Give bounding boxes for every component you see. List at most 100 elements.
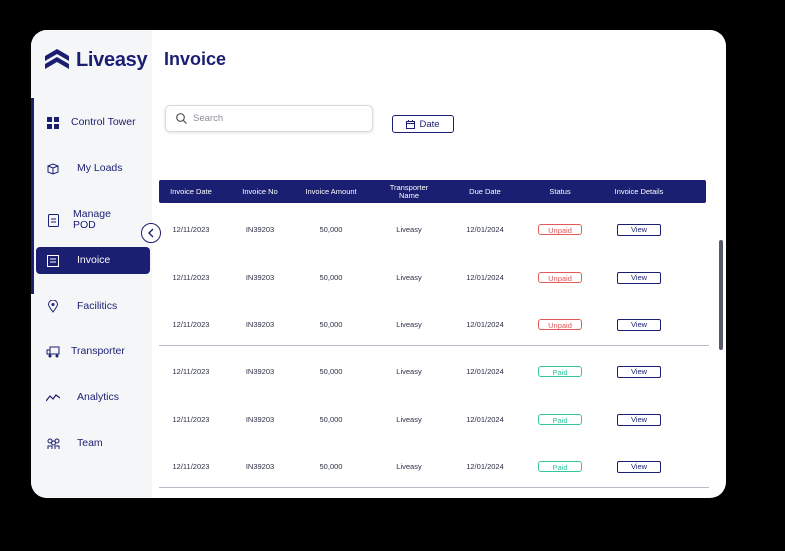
calendar-icon: [406, 119, 416, 129]
date-value: 12/11/2023: [172, 225, 210, 234]
cell-due: 12/01/2024: [456, 206, 514, 253]
view-button[interactable]: View: [617, 413, 661, 426]
status-badge: Paid: [538, 414, 582, 425]
cell-due: 12/01/2024: [456, 254, 514, 301]
table-row: 12/11/2023 IN39203 50,000 Liveasy 12/01/2024…: [159, 254, 706, 301]
cell-transporter: Liveasy: [379, 443, 439, 490]
sidebar-item-manage-pod[interactable]: Manage POD: [36, 205, 150, 235]
box-icon: [46, 162, 60, 176]
app-window: Liveasy Control Tower My Loads Manage PO…: [31, 30, 726, 498]
cell-no: IN39203: [231, 443, 289, 490]
view-button[interactable]: View: [617, 460, 661, 473]
due-value: 12/01/2024: [466, 320, 504, 329]
column-header-invoice-no[interactable]: Invoice No: [231, 180, 289, 203]
cell-status: Unpaid: [531, 301, 589, 348]
cell-transporter: Liveasy: [379, 254, 439, 301]
column-header-transporter-name[interactable]: Transporter Name: [379, 180, 439, 203]
date-value: 12/11/2023: [172, 415, 210, 424]
cell-date: 12/11/2023: [159, 254, 223, 301]
cell-amount: 50,000: [299, 254, 363, 301]
status-badge: Unpaid: [538, 272, 582, 283]
amount-value: 50,000: [319, 273, 343, 282]
location-pin-icon: [46, 300, 60, 314]
dashboard-icon: [46, 116, 60, 130]
transporter-value: Liveasy: [396, 273, 422, 282]
cell-status: Paid: [531, 396, 589, 443]
column-header-invoice-details[interactable]: Invoice Details: [607, 180, 671, 203]
collapse-sidebar-button[interactable]: [141, 223, 161, 243]
amount-value: 50,000: [319, 462, 343, 471]
sidebar-item-analytics[interactable]: Analytics: [36, 384, 150, 411]
cell-action: View: [607, 348, 671, 395]
table-row: 12/11/2023 IN39203 50,000 Liveasy 12/01/2024…: [159, 301, 706, 348]
search-bar[interactable]: [165, 105, 373, 132]
cell-amount: 50,000: [299, 348, 363, 395]
sidebar-item-label: My Loads: [77, 162, 123, 174]
cell-transporter: Liveasy: [379, 206, 439, 253]
sidebar-item-label: Team: [77, 437, 103, 449]
table-row: 12/11/2023 IN39203 50,000 Liveasy 12/01/2024…: [159, 396, 706, 443]
cell-status: Unpaid: [531, 254, 589, 301]
cell-due: 12/01/2024: [456, 348, 514, 395]
column-header-invoice-amount[interactable]: Invoice Amount: [299, 180, 363, 203]
sidebar-indicator: [31, 98, 34, 294]
cell-date: 12/11/2023: [159, 348, 223, 395]
cell-date: 12/11/2023: [159, 396, 223, 443]
team-icon: [46, 437, 60, 451]
cell-no: IN39203: [231, 396, 289, 443]
due-value: 12/01/2024: [466, 415, 504, 424]
cell-action: View: [607, 206, 671, 253]
cell-amount: 50,000: [299, 443, 363, 490]
cell-no: IN39203: [231, 301, 289, 348]
cell-date: 12/11/2023: [159, 443, 223, 490]
truck-icon: [46, 345, 60, 359]
date-filter-button[interactable]: Date: [392, 115, 454, 133]
column-header-status[interactable]: Status: [531, 180, 589, 203]
cell-status: Unpaid: [531, 206, 589, 253]
date-value: 12/11/2023: [172, 462, 210, 471]
logo-icon: [45, 49, 69, 69]
due-value: 12/01/2024: [466, 367, 504, 376]
view-button[interactable]: View: [617, 365, 661, 378]
sidebar-item-team[interactable]: Team: [36, 430, 150, 457]
sidebar-item-my-loads[interactable]: My Loads: [36, 155, 150, 182]
cell-action: View: [607, 443, 671, 490]
amount-value: 50,000: [319, 367, 343, 376]
invoice-icon: [46, 254, 60, 268]
cell-action: View: [607, 301, 671, 348]
logo[interactable]: Liveasy: [44, 48, 148, 72]
view-button[interactable]: View: [617, 318, 661, 331]
status-badge: Unpaid: [538, 224, 582, 235]
cell-date: 12/11/2023: [159, 301, 223, 348]
cell-due: 12/01/2024: [456, 443, 514, 490]
table-header: Invoice Date Invoice No Invoice Amount T…: [159, 180, 706, 203]
chart-line-icon: [46, 391, 60, 405]
no-value: IN39203: [245, 462, 275, 471]
transporter-value: Liveasy: [396, 367, 422, 376]
page-title: Invoice: [164, 49, 227, 69]
column-header-due-date[interactable]: Due Date: [456, 180, 514, 203]
cell-date: 12/11/2023: [159, 206, 223, 253]
sidebar-item-transporter[interactable]: Transporter: [36, 338, 150, 365]
sidebar-item-control-tower[interactable]: Control Tower: [36, 109, 150, 136]
sidebar: Liveasy Control Tower My Loads Manage PO…: [31, 30, 152, 498]
sidebar-item-facilitics[interactable]: Facilitics: [36, 293, 150, 320]
cell-transporter: Liveasy: [379, 396, 439, 443]
scrollbar-thumb[interactable]: [719, 240, 723, 350]
amount-value: 50,000: [319, 415, 343, 424]
sidebar-item-label: Invoice: [77, 254, 111, 266]
cell-due: 12/01/2024: [456, 301, 514, 348]
sidebar-item-label: Analytics: [77, 391, 120, 403]
sidebar-item-label: Manage POD: [73, 208, 111, 231]
row-group-divider: [159, 345, 709, 346]
transporter-value: Liveasy: [396, 415, 422, 424]
date-filter-label: Date: [419, 118, 440, 130]
search-input[interactable]: [191, 112, 355, 125]
sidebar-item-invoice[interactable]: Invoice: [36, 247, 150, 274]
view-button[interactable]: View: [617, 223, 661, 236]
document-icon: [46, 213, 60, 227]
cell-no: IN39203: [231, 254, 289, 301]
cell-transporter: Liveasy: [379, 348, 439, 395]
column-header-invoice-date[interactable]: Invoice Date: [159, 180, 223, 203]
view-button[interactable]: View: [617, 271, 661, 284]
